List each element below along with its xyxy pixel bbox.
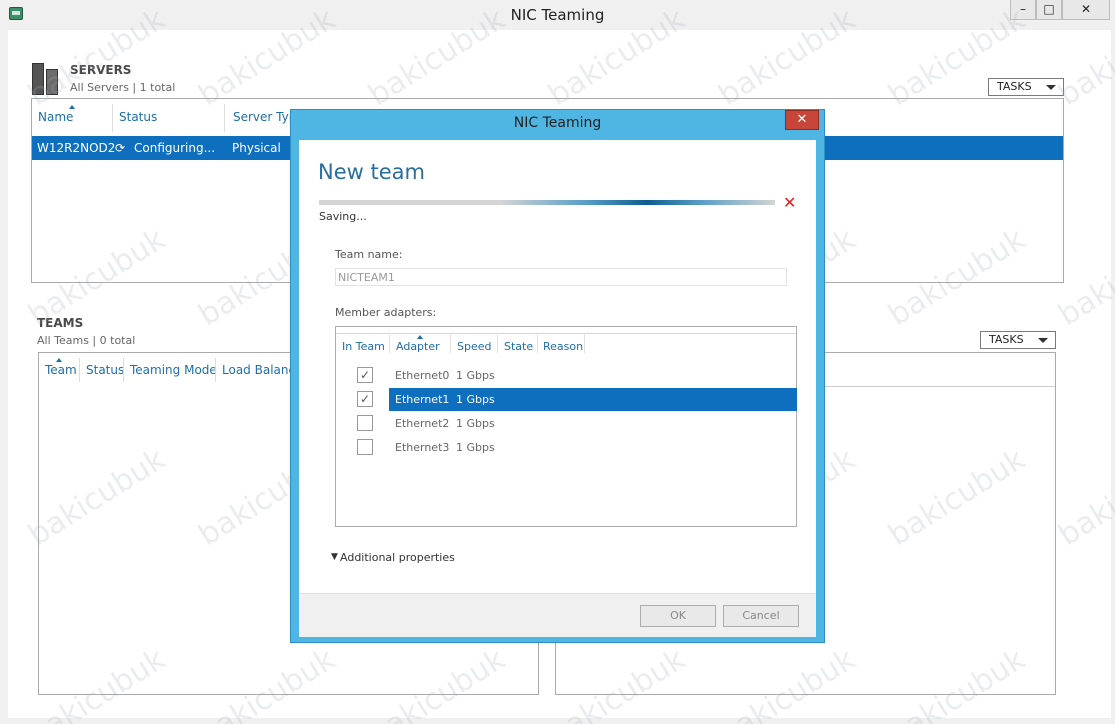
server-status: Configuring... bbox=[134, 141, 216, 155]
adapter-row[interactable]: Ethernet0 1 Gbps bbox=[389, 364, 797, 387]
dialog-footer: OK Cancel bbox=[299, 593, 816, 637]
servers-tasks-label: TASKS bbox=[997, 80, 1032, 93]
adapter-speed: 1 Gbps bbox=[456, 441, 495, 454]
servers-title: SERVERS bbox=[70, 63, 132, 77]
adapter-row[interactable]: Ethernet1 1 Gbps bbox=[389, 388, 797, 411]
sort-ascending-icon bbox=[417, 335, 423, 339]
in-team-checkbox[interactable] bbox=[357, 439, 373, 455]
column-divider bbox=[224, 104, 225, 132]
minimize-button[interactable]: – bbox=[1010, 0, 1036, 20]
saving-progress-bar bbox=[319, 200, 775, 205]
adapter-speed: 1 Gbps bbox=[456, 369, 495, 382]
additional-properties-toggle[interactable]: Additional properties bbox=[340, 551, 455, 564]
adapter-speed: 1 Gbps bbox=[456, 393, 495, 406]
saving-status: Saving... bbox=[319, 210, 367, 223]
sort-ascending-icon bbox=[69, 105, 75, 109]
server-type: Physical bbox=[232, 141, 281, 155]
sort-ascending-icon bbox=[56, 358, 62, 362]
member-adapters-list: In Team Adapter Speed State Reason ✓ Ethe… bbox=[335, 326, 797, 527]
teams-tasks-dropdown[interactable]: TASKS bbox=[980, 331, 1056, 349]
in-team-checkbox[interactable]: ✓ bbox=[357, 367, 373, 383]
dialog-title: NIC Teaming bbox=[513, 115, 602, 131]
adapter-name: Ethernet1 bbox=[395, 393, 450, 406]
servers-col-status[interactable]: Status bbox=[119, 110, 157, 124]
adapter-col-speed[interactable]: Speed bbox=[457, 340, 491, 353]
teams-col-status[interactable]: Status bbox=[86, 363, 124, 377]
column-divider bbox=[79, 358, 80, 382]
column-divider bbox=[123, 358, 124, 382]
teams-subtitle: All Teams | 0 total bbox=[37, 334, 136, 347]
dialog-close-button[interactable]: ✕ bbox=[785, 110, 819, 130]
dialog-heading: New team bbox=[318, 160, 425, 184]
adapter-name: Ethernet0 bbox=[395, 369, 450, 382]
window-title: NIC Teaming bbox=[510, 6, 605, 24]
column-divider bbox=[215, 358, 216, 382]
member-adapters-label: Member adapters: bbox=[335, 306, 437, 319]
servers-tasks-dropdown[interactable]: TASKS bbox=[988, 78, 1064, 96]
title-bar: NIC Teaming – □ ✕ bbox=[0, 0, 1115, 30]
in-team-checkbox[interactable]: ✓ bbox=[357, 391, 373, 407]
close-button[interactable]: ✕ bbox=[1062, 0, 1110, 20]
progress-fill bbox=[319, 200, 775, 205]
maximize-button[interactable]: □ bbox=[1036, 0, 1062, 20]
adapter-row[interactable]: Ethernet2 1 Gbps bbox=[389, 412, 797, 435]
column-divider bbox=[112, 104, 113, 132]
chevron-down-icon bbox=[1038, 338, 1048, 343]
in-team-checkbox[interactable] bbox=[357, 415, 373, 431]
cancel-operation-icon[interactable]: ✕ bbox=[783, 193, 796, 212]
server-name: W12R2NOD2 bbox=[37, 141, 116, 155]
team-name-field[interactable] bbox=[335, 268, 787, 286]
adapter-col-in-team[interactable]: In Team bbox=[342, 340, 385, 353]
sync-icon: ⟳ bbox=[115, 141, 126, 155]
teams-col-team[interactable]: Team bbox=[45, 363, 77, 377]
adapter-col-adapter[interactable]: Adapter bbox=[396, 340, 440, 353]
chevron-down-icon[interactable]: ▼ bbox=[331, 552, 338, 562]
servers-icon bbox=[32, 63, 62, 95]
teams-col-mode[interactable]: Teaming Mode bbox=[130, 363, 217, 377]
cancel-button[interactable]: Cancel bbox=[723, 605, 799, 627]
adapter-speed: 1 Gbps bbox=[456, 417, 495, 430]
adapter-col-reason[interactable]: Reason bbox=[543, 340, 583, 353]
servers-subtitle: All Servers | 1 total bbox=[70, 81, 176, 94]
adapter-row[interactable]: Ethernet3 1 Gbps bbox=[389, 436, 797, 459]
adapter-col-state[interactable]: State bbox=[504, 340, 533, 353]
teams-title: TEAMS bbox=[37, 316, 84, 330]
servers-col-name[interactable]: Name bbox=[38, 110, 73, 124]
teams-tasks-label: TASKS bbox=[989, 333, 1024, 346]
adapter-name: Ethernet3 bbox=[395, 441, 450, 454]
new-team-dialog: NIC Teaming ✕ New team ✕ Saving... Team … bbox=[290, 109, 825, 643]
team-name-label: Team name: bbox=[335, 248, 403, 261]
dialog-body: New team ✕ Saving... Team name: Member a… bbox=[299, 140, 816, 637]
ok-button[interactable]: OK bbox=[640, 605, 716, 627]
chevron-down-icon bbox=[1046, 85, 1056, 90]
adapter-name: Ethernet2 bbox=[395, 417, 450, 430]
